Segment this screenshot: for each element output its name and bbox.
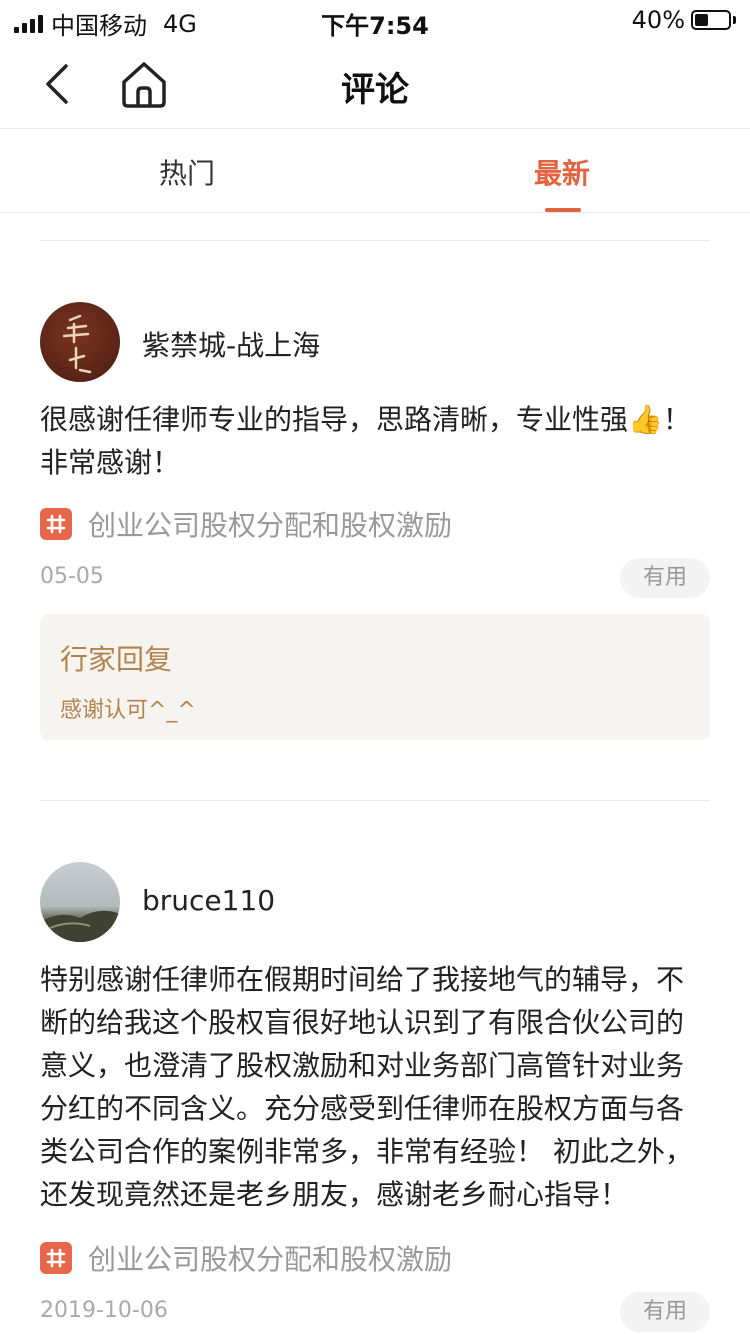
- tab-latest[interactable]: 最新: [462, 152, 662, 192]
- username[interactable]: 紫禁城-战上海: [142, 324, 320, 364]
- topic-tag[interactable]: 创业公司股权分配和股权激励: [40, 1238, 452, 1278]
- divider: [40, 800, 710, 801]
- battery-cap: [733, 16, 736, 24]
- topic-label: 创业公司股权分配和股权激励: [88, 1243, 453, 1276]
- active-tab-indicator: [545, 208, 581, 212]
- topic-tag[interactable]: 创业公司股权分配和股权激励: [40, 504, 452, 544]
- status-right: 40%: [632, 6, 736, 34]
- battery-icon: [691, 10, 731, 30]
- expert-reply: 行家回复 感谢认可^_^: [40, 614, 710, 740]
- divider: [40, 240, 710, 241]
- useful-button[interactable]: 有用: [620, 558, 710, 598]
- hashtag-icon: [40, 508, 72, 540]
- tab-bar: 热门 最新: [0, 128, 750, 213]
- topic-label: 创业公司股权分配和股权激励: [88, 509, 453, 542]
- reply-text: 感谢认可^_^: [60, 698, 196, 723]
- useful-button[interactable]: 有用: [620, 1292, 710, 1332]
- page-title: 评论: [341, 70, 409, 110]
- battery-level: [695, 14, 708, 26]
- status-bar: 中国移动 4G 下午7:54 40%: [0, 0, 750, 40]
- comment-date: 2019-10-06: [40, 1298, 168, 1323]
- nav-bar: 评论: [0, 40, 750, 129]
- battery-percent: 40%: [631, 6, 685, 34]
- landscape-avatar-image: [40, 910, 120, 942]
- hashtag-icon: [40, 1242, 72, 1274]
- avatar[interactable]: [40, 862, 120, 942]
- avatar[interactable]: [40, 302, 120, 382]
- comment-date: 05-05: [40, 564, 104, 589]
- username[interactable]: bruce110: [142, 884, 275, 917]
- comment-text: 特别感谢任律师在假期时间给了我接地气的辅导，不断的给我这个股权盲很好地认识到了有…: [40, 963, 693, 1211]
- calligraphy-avatar-image: [62, 314, 92, 374]
- reply-title: 行家回复: [60, 643, 173, 676]
- comment-text: 很感谢任律师专业的指导，思路清晰，专业性强👍！非常感谢！: [40, 403, 691, 479]
- tab-hot[interactable]: 热门: [87, 152, 287, 192]
